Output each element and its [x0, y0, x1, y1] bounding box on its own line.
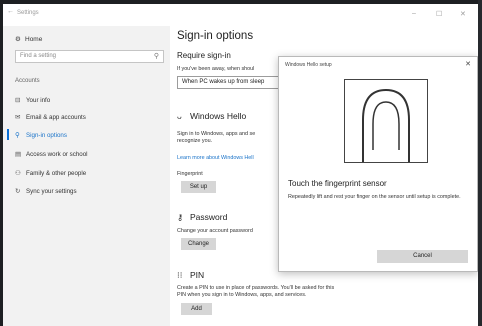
- sidebar-item-label: Your info: [26, 97, 51, 104]
- password-title: Password: [190, 212, 228, 222]
- briefcase-icon: ▤: [15, 151, 22, 158]
- change-password-button[interactable]: Change: [181, 238, 216, 250]
- dialog-heading: Touch the fingerprint sensor: [288, 179, 387, 188]
- finger-icon: [362, 88, 410, 162]
- search-input[interactable]: Find a setting ⚲: [15, 50, 164, 63]
- password-text: Change your account password: [177, 228, 253, 234]
- learn-more-link[interactable]: Learn more about Windows Hell: [177, 155, 254, 162]
- windows-hello-heading: ᴗ Windows Hello: [177, 111, 246, 121]
- monitor-bezel-left: [0, 0, 3, 326]
- people-icon: ⚇: [15, 170, 21, 177]
- minimize-button[interactable]: –: [412, 10, 416, 17]
- sidebar-item-sign-in-options[interactable]: ⚲ Sign-in options: [15, 131, 67, 139]
- search-placeholder: Find a setting: [20, 53, 57, 59]
- pin-text-line2: PIN when you sign in to Windows, apps, a…: [177, 292, 307, 298]
- sidebar-item-access-work[interactable]: ▤ Access work or school: [15, 150, 88, 158]
- home-label: Home: [25, 36, 43, 43]
- sidebar-item-label: Sign-in options: [26, 132, 67, 139]
- windows-hello-setup-dialog: Windows Hello setup ✕ Touch the fingerpr…: [278, 56, 478, 272]
- require-signin-heading: Require sign-in: [177, 51, 231, 60]
- hello-text-line2: recognize you.: [177, 138, 213, 144]
- dialog-title: Windows Hello setup: [285, 62, 332, 68]
- smiley-icon: ᴗ: [177, 111, 182, 121]
- window-title: Settings: [17, 10, 39, 16]
- key-icon: ⚲: [15, 132, 20, 139]
- envelope-icon: ✉: [15, 114, 21, 121]
- desktop-screen: ← Settings – ☐ ✕ ⚙ Home Find a setting ⚲ …: [0, 0, 482, 326]
- dialog-body: Repeatedly lift and rest your finger on …: [288, 194, 461, 200]
- pin-title: PIN: [190, 270, 205, 280]
- sidebar-item-label: Access work or school: [26, 151, 88, 158]
- setup-button[interactable]: Set up: [181, 181, 216, 193]
- fingerprint-label: Fingerprint: [177, 171, 203, 177]
- sync-icon: ↻: [15, 188, 21, 195]
- sidebar-item-label: Family & other people: [26, 170, 87, 177]
- maximize-button[interactable]: ☐: [436, 10, 442, 18]
- sidebar-item-label: Email & app accounts: [26, 114, 86, 121]
- sidebar-item-family[interactable]: ⚇ Family & other people: [15, 169, 86, 177]
- require-signin-dropdown[interactable]: When PC wakes up from sleep: [177, 76, 279, 89]
- person-card-icon: ⊟: [15, 97, 21, 104]
- settings-sidebar: ⚙ Home Find a setting ⚲ Accounts ⊟ Your in…: [3, 26, 170, 326]
- windows-hello-title: Windows Hello: [190, 111, 247, 121]
- home-nav-item[interactable]: ⚙ Home: [15, 35, 42, 43]
- monitor-bezel-right: [478, 0, 482, 326]
- keypad-icon: ⁝⁝: [177, 270, 183, 280]
- window-titlebar: ← Settings – ☐ ✕: [3, 4, 478, 26]
- fingerprint-illustration: [344, 79, 428, 163]
- hello-text-line1: Sign in to Windows, apps and se: [177, 131, 256, 137]
- search-icon: ⚲: [153, 53, 159, 60]
- sidebar-item-label: Sync your settings: [26, 188, 77, 195]
- section-label-accounts: Accounts: [15, 78, 40, 84]
- dropdown-value: When PC wakes up from sleep: [182, 79, 265, 85]
- monitor-bezel-top: [0, 0, 482, 4]
- pin-text-line1: Create a PIN to use in place of password…: [177, 285, 335, 291]
- sidebar-item-email-accounts[interactable]: ✉ Email & app accounts: [15, 113, 86, 121]
- close-icon[interactable]: ✕: [465, 60, 471, 68]
- cancel-button[interactable]: Cancel: [377, 250, 468, 263]
- add-pin-button[interactable]: Add: [181, 303, 212, 315]
- password-heading: ⚷ Password: [177, 212, 227, 223]
- pin-heading: ⁝⁝ PIN: [177, 270, 204, 281]
- close-window-button[interactable]: ✕: [460, 10, 466, 18]
- require-signin-text: If you've been away, when shoul: [177, 66, 255, 72]
- back-arrow-icon[interactable]: ←: [7, 8, 14, 15]
- key-icon: ⚷: [177, 212, 184, 222]
- gear-icon: ⚙: [15, 36, 21, 43]
- sidebar-item-sync[interactable]: ↻ Sync your settings: [15, 187, 77, 195]
- selection-indicator: [7, 129, 9, 140]
- sidebar-item-your-info[interactable]: ⊟ Your info: [15, 96, 50, 104]
- page-title: Sign-in options: [177, 30, 254, 42]
